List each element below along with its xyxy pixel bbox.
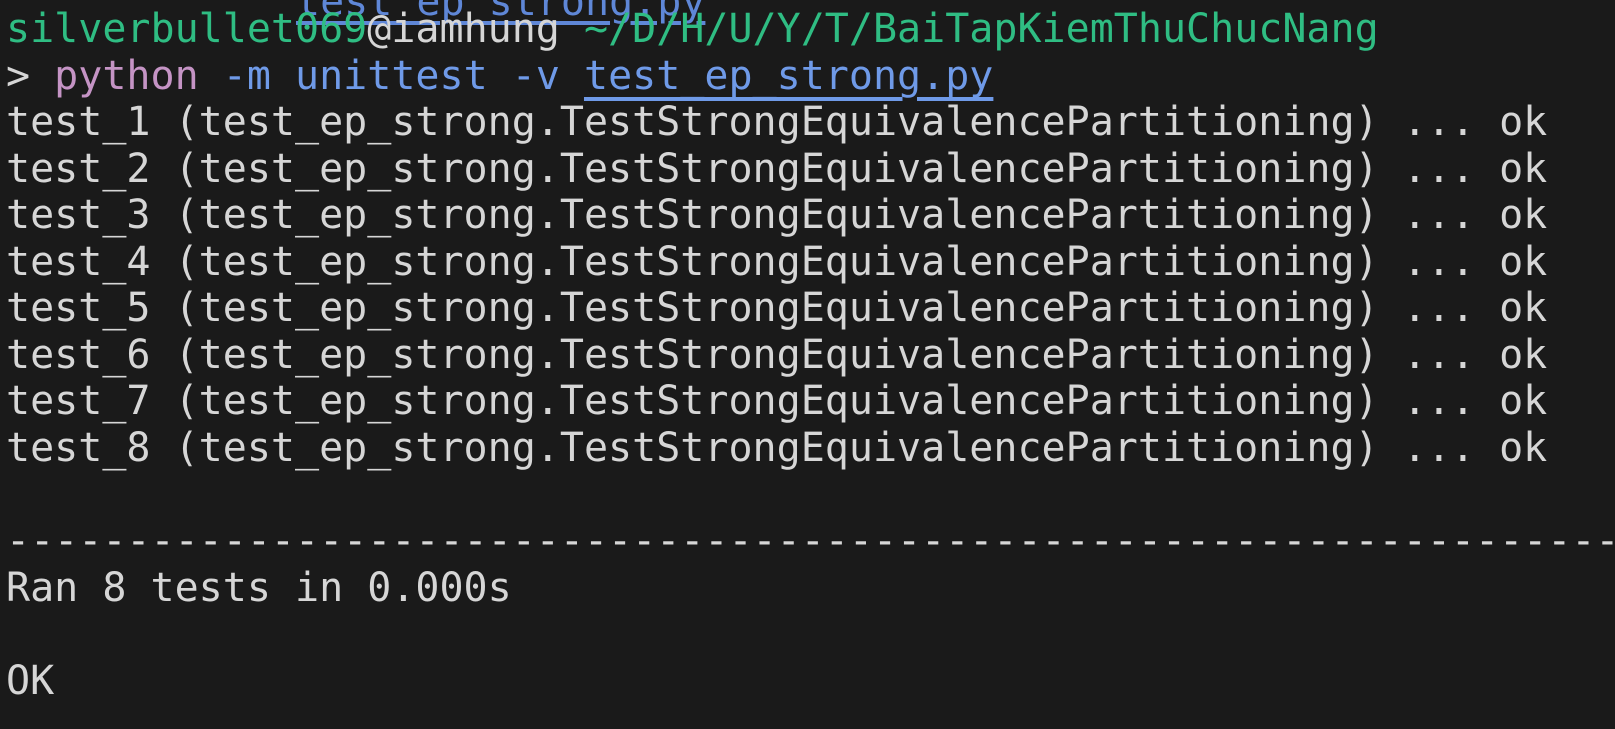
test-result-line: test_2 (test_ep_strong.TestStrongEquival… (6, 146, 1548, 192)
test-result-line: test_4 (test_ep_strong.TestStrongEquival… (6, 239, 1548, 285)
test-result-line: test_5 (test_ep_strong.TestStrongEquival… (6, 285, 1548, 331)
test-result-line: test_3 (test_ep_strong.TestStrongEquival… (6, 192, 1548, 238)
test-result-line: test_8 (test_ep_strong.TestStrongEquival… (6, 425, 1548, 471)
prompt-char: > (6, 53, 55, 99)
command-file-link[interactable]: test_ep_strong.py (584, 53, 993, 99)
test-result-line: test_7 (test_ep_strong.TestStrongEquival… (6, 378, 1548, 424)
test-status: OK (6, 658, 55, 704)
prompt-cwd: ~/D/H/U/Y/T/BaiTapKiemThuChucNang (559, 6, 1379, 52)
prompt-host: @iamhung (367, 6, 560, 52)
test-result-line: test_1 (test_ep_strong.TestStrongEquival… (6, 99, 1548, 145)
run-summary: Ran 8 tests in 0.000s (6, 565, 512, 611)
shell-prompt: silverbullet069@iamhung ~/D/H/U/Y/T/BaiT… (6, 5, 1379, 53)
command-line[interactable]: > python -m unittest -v test_ep_strong.p… (6, 52, 993, 100)
terminal-window[interactable]: test_ep_strong.py silverbullet069@iamhun… (0, 0, 1615, 729)
separator-line: ----------------------------------------… (6, 518, 1615, 564)
command-args: -m unittest -v (198, 53, 584, 99)
prompt-user: silverbullet069 (6, 6, 368, 52)
test-result-line: test_6 (test_ep_strong.TestStrongEquival… (6, 332, 1548, 378)
command-program: python (54, 53, 199, 99)
